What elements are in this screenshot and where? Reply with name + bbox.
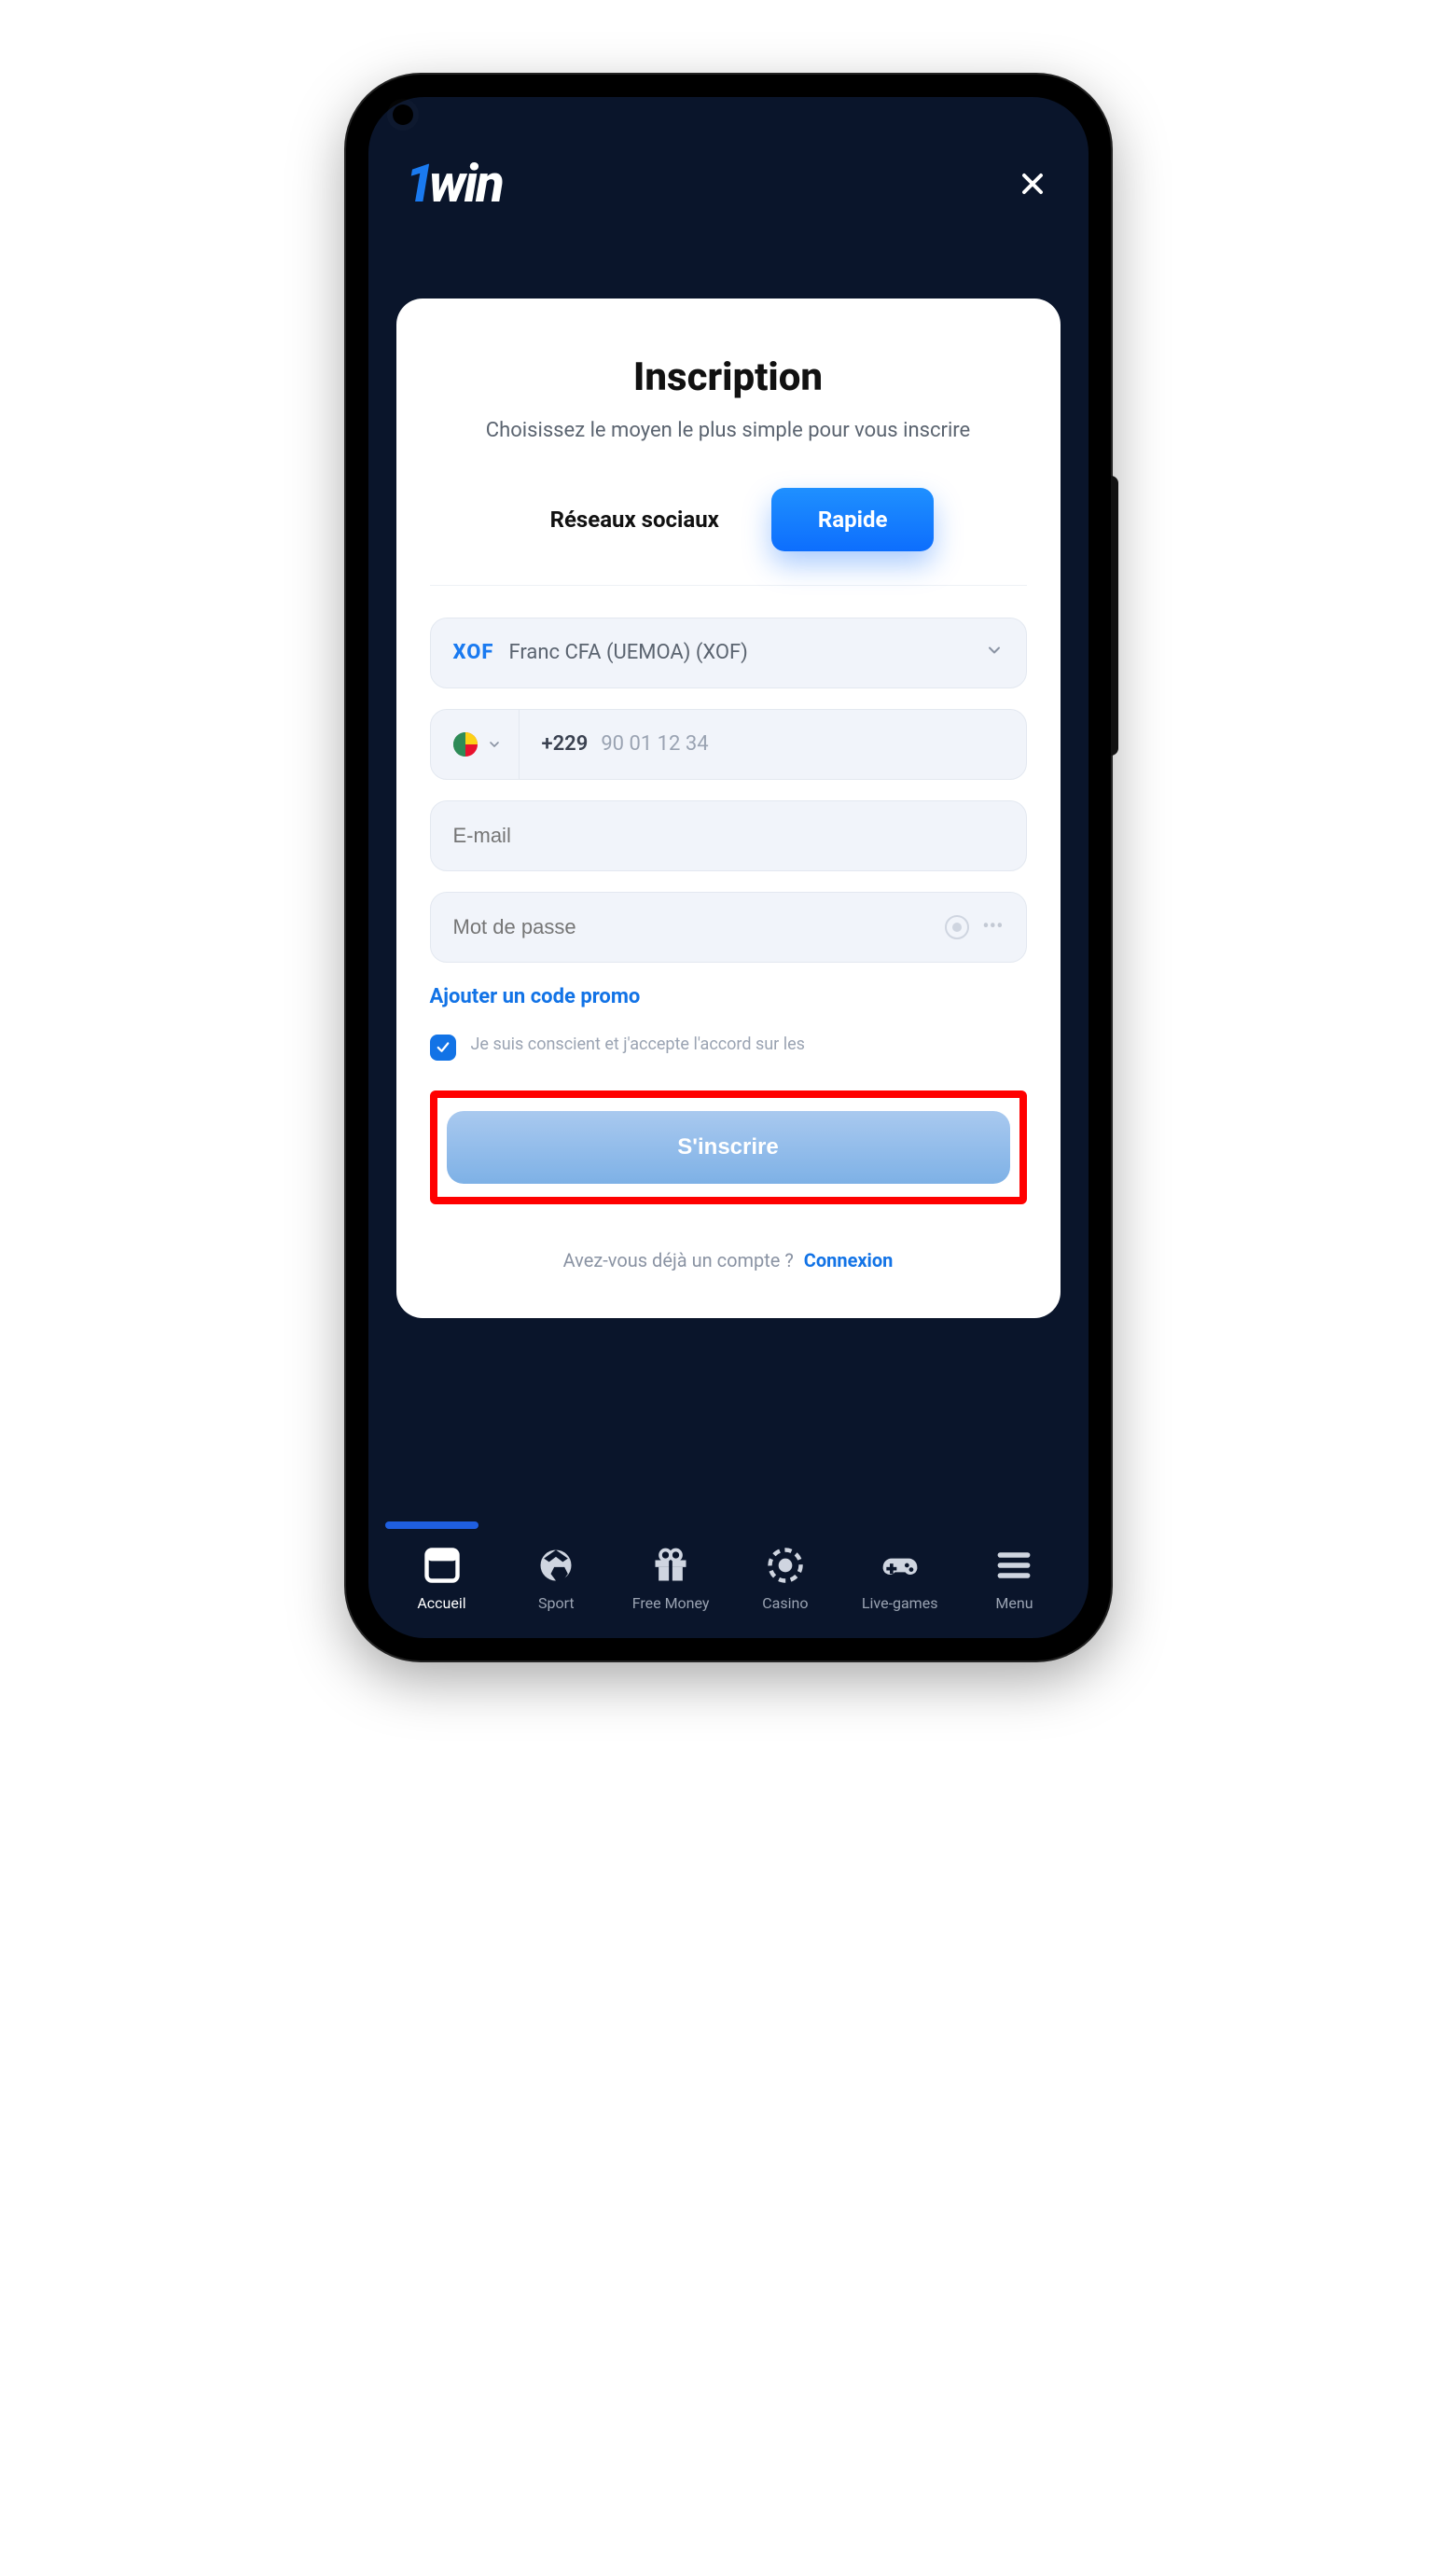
tab-quick[interactable]: Rapide (771, 488, 935, 551)
phone-placeholder: 90 01 12 34 (601, 732, 708, 756)
password-actions: ••• (945, 915, 1003, 939)
registration-card: Inscription Choisissez le moyen le plus … (396, 299, 1061, 1318)
email-field[interactable] (430, 800, 1027, 871)
nav-live[interactable]: Live-games (849, 1544, 951, 1612)
chevron-down-icon (985, 641, 1004, 665)
brand-name: win (429, 153, 503, 215)
signup-highlight: S'inscrire (430, 1090, 1027, 1204)
email-input[interactable] (453, 824, 1004, 848)
signup-button[interactable]: S'inscrire (447, 1111, 1010, 1184)
nav-label: Live-games (862, 1594, 938, 1612)
country-select[interactable] (431, 710, 520, 779)
check-icon (435, 1039, 451, 1056)
currency-select[interactable]: XOF Franc CFA (UEMOA) (XOF) (430, 618, 1027, 688)
brand-logo: 1win (406, 153, 503, 215)
add-promo-link[interactable]: Ajouter un code promo (430, 985, 1027, 1008)
phone-field[interactable]: +229 90 01 12 34 (430, 709, 1027, 780)
menu-icon (992, 1544, 1035, 1587)
nav-casino[interactable]: Casino (734, 1544, 837, 1612)
flag-icon (453, 732, 478, 757)
already-text: Avez-vous déjà un compte ? (563, 1249, 794, 1271)
registration-form: XOF Franc CFA (UEMOA) (XOF) +229 90 01 1… (430, 618, 1027, 1271)
eye-icon[interactable] (945, 915, 969, 939)
tab-social[interactable]: Réseaux sociaux (522, 488, 747, 551)
top-bar: 1win (368, 97, 1089, 243)
phone-frame: 1win Inscription Choisissez le moyen le … (346, 75, 1111, 1660)
password-field[interactable]: ••• (430, 892, 1027, 963)
consent-checkbox[interactable] (430, 1035, 456, 1061)
gamepad-icon (879, 1544, 922, 1587)
ball-icon (534, 1544, 577, 1587)
spacer (368, 1318, 1089, 1521)
consent-text: Je suis conscient et j'accepte l'accord … (471, 1035, 805, 1054)
chevron-down-icon (487, 737, 502, 752)
already-account: Avez-vous déjà un compte ? Connexion (430, 1249, 1027, 1271)
dial-code: +229 (520, 732, 602, 756)
card-title: Inscription (430, 354, 1027, 400)
gift-icon (649, 1544, 692, 1587)
nav-home[interactable]: Accueil (391, 1544, 493, 1612)
password-input[interactable] (453, 915, 946, 939)
currency-code: XOF (453, 641, 494, 664)
close-icon (1016, 167, 1049, 201)
nav-label: Accueil (417, 1594, 465, 1612)
app-screen: 1win Inscription Choisissez le moyen le … (368, 97, 1089, 1638)
nav-label: Casino (762, 1594, 808, 1612)
nav-sport[interactable]: Sport (505, 1544, 607, 1612)
currency-label: Franc CFA (UEMOA) (XOF) (508, 641, 984, 664)
bottom-nav: Accueil Sport Free Money Casino (368, 1535, 1089, 1638)
more-icon[interactable]: ••• (982, 915, 1003, 938)
home-icon (421, 1544, 464, 1587)
registration-tabs: Réseaux sociaux Rapide (430, 488, 1027, 586)
close-button[interactable] (1014, 165, 1051, 202)
card-subtitle: Choisissez le moyen le plus simple pour … (430, 417, 1027, 445)
active-tab-indicator (385, 1521, 478, 1529)
nav-label: Menu (995, 1594, 1033, 1612)
nav-label: Sport (538, 1594, 575, 1612)
nav-label: Free Money (632, 1594, 710, 1612)
nav-freemoney[interactable]: Free Money (619, 1544, 722, 1612)
chip-icon (764, 1544, 807, 1587)
camera-cutout (393, 104, 413, 125)
nav-menu[interactable]: Menu (963, 1544, 1065, 1612)
consent-row: Je suis conscient et j'accepte l'accord … (430, 1035, 1027, 1061)
login-link[interactable]: Connexion (804, 1249, 894, 1271)
